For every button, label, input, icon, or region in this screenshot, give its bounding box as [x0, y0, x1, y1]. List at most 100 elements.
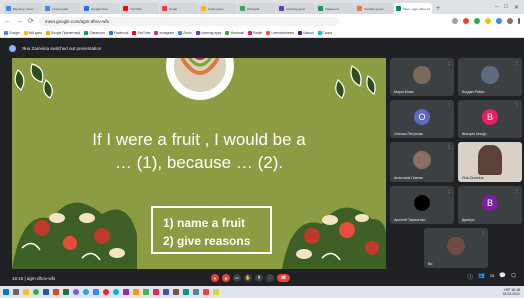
opera-icon[interactable] — [103, 289, 109, 295]
bookmark-item[interactable]: Wordwall — [225, 30, 244, 35]
meet-bottom-bar: 16:15 | agm-dhov-wfs ● ■ CC ✋ ⬆ ⋮ ☎ ⓘ 👥 … — [0, 270, 524, 286]
bookmark-item[interactable]: Мій диск — [23, 30, 42, 35]
bookmark-item[interactable]: Instagram — [154, 30, 175, 35]
app-icon[interactable] — [173, 289, 179, 295]
participant-tile[interactable]: B ⋮ Дмитро — [458, 186, 522, 224]
powerpoint-icon[interactable] — [53, 289, 59, 295]
search-icon[interactable] — [13, 289, 19, 295]
excel-icon[interactable] — [63, 289, 69, 295]
browser-tab[interactable]: YouTube — [121, 3, 159, 14]
back-icon[interactable]: ← — [4, 18, 11, 25]
tile-options-icon[interactable]: ⋮ — [515, 188, 519, 193]
tile-options-icon[interactable]: ⋮ — [515, 60, 519, 65]
participant-tile[interactable]: ⋮ Анастасія Гнатюк — [390, 142, 454, 182]
tile-options-icon[interactable]: ⋮ — [515, 144, 519, 149]
people-icon[interactable]: 👥 — [478, 273, 485, 281]
tile-options-icon[interactable]: ⋮ — [447, 144, 451, 149]
bookmark-label: Instagram — [159, 30, 175, 35]
start-icon[interactable] — [3, 289, 9, 295]
bookmark-item[interactable]: Google — [4, 30, 20, 35]
extension-icon[interactable] — [474, 18, 480, 24]
maximize-icon[interactable]: □ — [504, 4, 508, 11]
participant-tile[interactable]: ⋮ Яна Zameina — [458, 142, 522, 182]
app-icon[interactable] — [123, 289, 129, 295]
raise-hand-button[interactable]: ✋ — [244, 274, 252, 282]
bookmark-item[interactable]: Learning apps — [195, 30, 221, 35]
app-icon[interactable] — [153, 289, 159, 295]
participant-tile[interactable]: ⋮ Богдан Рябко — [458, 58, 522, 96]
app-icon[interactable] — [183, 289, 189, 295]
tile-options-icon[interactable]: ⋮ — [515, 102, 519, 107]
menu-icon[interactable] — [518, 18, 520, 24]
app-icon[interactable] — [213, 289, 219, 295]
browser-tab[interactable]: Lesson plan — [43, 3, 81, 14]
captions-button[interactable]: CC — [233, 274, 241, 282]
meeting-code: 16:15 | agm-dhov-wfs — [12, 275, 56, 281]
bookmark-item[interactable]: Canva — [317, 30, 332, 35]
profile-avatar[interactable] — [507, 18, 513, 24]
url-field[interactable]: meet.google.com/agm-dhov-wfs — [38, 16, 339, 26]
bookmark-item[interactable]: Liveworksheets — [266, 30, 294, 35]
new-tab-button[interactable]: + — [433, 5, 443, 14]
word-icon[interactable] — [43, 289, 49, 295]
extension-icon[interactable] — [452, 18, 458, 24]
close-icon[interactable]: ✕ — [514, 4, 519, 11]
browser-tab[interactable]: Gmail — [160, 3, 198, 14]
participant-tile[interactable]: O ⋮ Оленка Петренко — [390, 100, 454, 138]
bookmark-item[interactable]: Kahoot — [298, 30, 314, 35]
telegram-icon[interactable] — [83, 289, 89, 295]
extension-icon[interactable] — [463, 18, 469, 24]
browser-tab[interactable]: Learning apps — [277, 3, 315, 14]
browser-tab[interactable]: Google Docs — [82, 3, 120, 14]
captions-icon: CC — [234, 276, 240, 280]
bookmark-item[interactable]: Zoom — [178, 30, 192, 35]
salad-illustration-right — [282, 207, 386, 269]
browser-tab[interactable]: Meet - agm-dhov-wfs — [394, 3, 432, 14]
browser-tab[interactable]: Meeting | Zoom — [4, 3, 42, 14]
file-explorer-icon[interactable] — [23, 289, 29, 295]
mic-off-button[interactable]: ● — [211, 274, 219, 282]
participant-tile[interactable]: ⋮ Арсеній Тарасенко — [390, 186, 454, 224]
present-icon: ⬆ — [257, 275, 261, 280]
tile-options-icon[interactable]: ⋮ — [481, 230, 485, 235]
chat-icon[interactable]: 💬 — [499, 273, 506, 281]
chrome-icon[interactable] — [33, 289, 39, 295]
activities-icon[interactable]: ⬡ — [511, 273, 516, 281]
browser-tab[interactable]: Classroom — [316, 3, 354, 14]
browser-tab[interactable]: Wordwall — [238, 3, 276, 14]
extension-icon[interactable] — [485, 18, 491, 24]
participant-tile[interactable]: ⋮ Ви — [424, 228, 488, 268]
bookmark-item[interactable]: Classroom — [84, 30, 105, 35]
bookmark-item[interactable]: Facebook — [108, 30, 128, 35]
present-button[interactable]: ⬆ — [255, 274, 263, 282]
bookmark-item[interactable]: YouTube — [132, 30, 150, 35]
app-icon[interactable] — [193, 289, 199, 295]
participant-tile[interactable]: B ⋮ Вікторія Мазур — [458, 100, 522, 138]
tile-options-icon[interactable]: ⋮ — [447, 188, 451, 193]
camera-off-button[interactable]: ■ — [222, 274, 230, 282]
leave-call-button[interactable]: ☎ — [277, 274, 290, 282]
skype-icon[interactable] — [113, 289, 119, 295]
app-icon[interactable] — [143, 289, 149, 295]
app-icon[interactable] — [133, 289, 139, 295]
tile-options-icon[interactable]: ⋮ — [447, 102, 451, 107]
reload-icon[interactable]: ⟳ — [28, 17, 34, 25]
minimize-icon[interactable]: – — [495, 4, 498, 11]
app-icon[interactable] — [203, 289, 209, 295]
participant-tile[interactable]: ⋮ Марія Білик — [390, 58, 454, 96]
bookmark-item[interactable]: Google Презентації — [45, 30, 80, 35]
app-icon[interactable] — [163, 289, 169, 295]
tile-options-icon[interactable]: ⋮ — [447, 60, 451, 65]
extension-icon[interactable] — [496, 18, 502, 24]
zoom-icon[interactable] — [93, 289, 99, 295]
system-clock[interactable]: УКР 16:18 18.03.2021 — [502, 288, 524, 296]
more-options-button[interactable]: ⋮ — [266, 274, 274, 282]
participant-name: Арсеній Тарасенко — [394, 218, 426, 222]
bookmark-item[interactable]: Padlet — [247, 30, 262, 35]
people-count: 28 — [489, 273, 495, 278]
viber-icon[interactable] — [73, 289, 79, 295]
browser-tab[interactable]: Fruits game — [199, 3, 237, 14]
forward-icon[interactable]: → — [16, 18, 23, 25]
info-icon[interactable]: ⓘ — [468, 273, 474, 281]
browser-tab[interactable]: Онлайн-уроки — [355, 3, 393, 14]
